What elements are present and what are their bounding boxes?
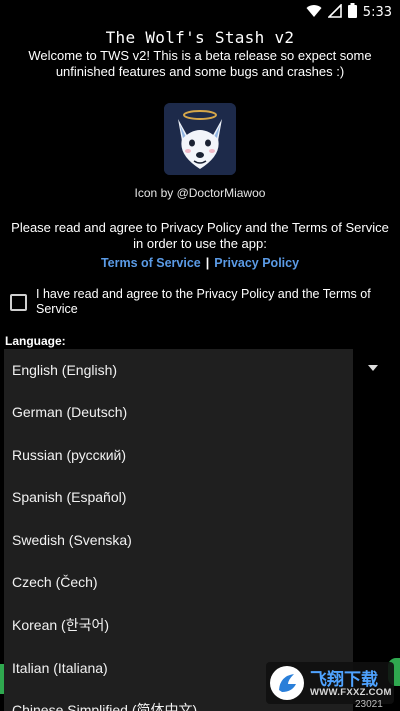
policy-links: Terms of Service | Privacy Policy bbox=[0, 256, 400, 270]
dropdown-arrow-icon[interactable] bbox=[368, 365, 378, 371]
language-option-russian[interactable]: Russian (русский) bbox=[4, 434, 353, 477]
icon-credit: Icon by @DoctorMiawoo bbox=[134, 186, 266, 200]
wifi-icon bbox=[306, 3, 322, 22]
terms-of-service-link[interactable]: Terms of Service bbox=[101, 256, 201, 270]
language-dropdown-list[interactable]: English (English) German (Deutsch) Russi… bbox=[4, 349, 353, 711]
agree-checkbox[interactable] bbox=[10, 294, 27, 311]
signal-icon bbox=[326, 2, 342, 22]
language-option-english[interactable]: English (English) bbox=[4, 349, 353, 391]
language-option-swedish[interactable]: Swedish (Svenska) bbox=[4, 519, 353, 562]
app-screen: 5:33 The Wolf's Stash v2 Welcome to TWS … bbox=[0, 0, 400, 711]
agree-checkbox-row[interactable]: I have read and agree to the Privacy Pol… bbox=[10, 287, 390, 317]
status-bar: 5:33 bbox=[0, 0, 400, 24]
watermark: 飞翔下载 WWW.FXXZ.COM bbox=[266, 662, 394, 704]
link-separator: | bbox=[205, 256, 210, 270]
app-logo bbox=[164, 103, 236, 175]
language-option-czech[interactable]: Czech (Čech) bbox=[4, 561, 353, 604]
watermark-logo-icon bbox=[270, 666, 304, 700]
welcome-text: Welcome to TWS v2! This is a beta releas… bbox=[28, 48, 372, 79]
watermark-url: WWW.FXXZ.COM bbox=[310, 687, 392, 698]
status-icons: 5:33 bbox=[306, 2, 392, 22]
battery-icon bbox=[347, 2, 357, 22]
status-time: 5:33 bbox=[362, 4, 392, 20]
agree-checkbox-label[interactable]: I have read and agree to the Privacy Pol… bbox=[36, 287, 390, 317]
language-option-german[interactable]: German (Deutsch) bbox=[4, 391, 353, 434]
green-button-edge-left[interactable] bbox=[0, 664, 4, 694]
language-label: Language: bbox=[5, 334, 66, 348]
app-title: The Wolf's Stash v2 bbox=[105, 28, 295, 47]
build-number: 23021 bbox=[355, 699, 383, 710]
privacy-policy-link[interactable]: Privacy Policy bbox=[214, 256, 299, 270]
agree-prompt: Please read and agree to Privacy Policy … bbox=[11, 220, 389, 251]
language-option-korean[interactable]: Korean (한국어) bbox=[4, 604, 353, 647]
language-option-spanish[interactable]: Spanish (Español) bbox=[4, 476, 353, 519]
